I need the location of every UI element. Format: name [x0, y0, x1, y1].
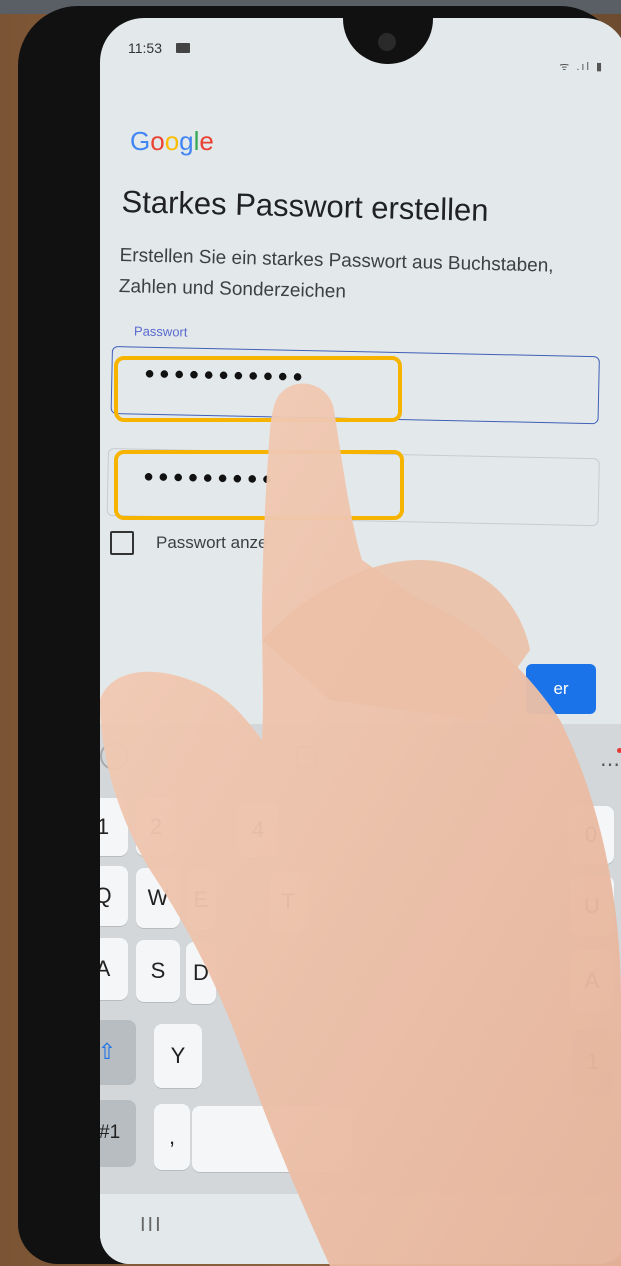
next-button[interactable]: er — [526, 664, 596, 714]
recent-apps-icon[interactable]: III — [140, 1214, 163, 1237]
password-label: Passwort — [129, 323, 192, 340]
space-key[interactable] — [192, 1106, 352, 1172]
key-backspace-partial[interactable]: 1 — [572, 1030, 614, 1094]
logo-letter: g — [179, 126, 194, 156]
key-y[interactable]: Y — [154, 1024, 202, 1088]
phone-body: 11:53 ᯤ .ıl ▮ Google Starkes Passwort er… — [18, 6, 621, 1264]
front-camera-icon — [378, 33, 396, 51]
key-0[interactable]: 0 — [568, 806, 614, 864]
comma-key[interactable]: , — [154, 1104, 190, 1170]
navigation-bar: III — [100, 1194, 621, 1264]
status-time: 11:53 — [128, 40, 162, 56]
google-logo: Google — [130, 126, 214, 157]
key-2[interactable]: 2 — [136, 798, 176, 856]
signal-battery-icons: ᯤ .ıl ▮ — [559, 61, 604, 73]
key-s[interactable]: S — [136, 940, 180, 1002]
key-e[interactable]: E — [186, 870, 216, 930]
onscreen-keyboard: ⋯ 1 2 4 0 Q W E T U A S D A ⇧ Y 1 !#1 , — [100, 724, 621, 1264]
page-title: Starkes Passwort erstellen — [121, 184, 489, 228]
key-4[interactable]: 4 — [238, 802, 278, 858]
page-subtitle: Erstellen Sie ein starkes Passwort aus B… — [118, 244, 554, 303]
gallery-notification-icon — [176, 43, 190, 53]
logo-letter: o — [150, 126, 165, 156]
password-highlight-box — [114, 356, 402, 422]
key-u[interactable]: U — [570, 876, 614, 936]
logo-letter: e — [199, 126, 214, 156]
camera-notch — [343, 18, 433, 64]
key-a[interactable]: A — [100, 938, 128, 1000]
key-a-right[interactable]: A — [570, 950, 614, 1012]
symbols-key[interactable]: !#1 — [100, 1100, 136, 1166]
show-password-label: Passwort anze — [156, 533, 268, 552]
key-1[interactable]: 1 — [100, 798, 128, 856]
key-q[interactable]: Q — [100, 866, 128, 926]
clipboard-icon[interactable] — [296, 746, 318, 768]
more-options-icon[interactable]: ⋯ — [600, 752, 620, 777]
show-password-checkbox[interactable] — [110, 531, 134, 555]
confirm-highlight-box — [114, 450, 404, 520]
shift-key[interactable]: ⇧ — [100, 1020, 136, 1084]
keyboard-toolbar: ⋯ — [100, 724, 621, 786]
logo-letter: G — [130, 126, 151, 156]
logo-letter: o — [164, 126, 180, 156]
key-t[interactable]: T — [270, 872, 306, 932]
key-d[interactable]: D — [186, 942, 216, 1004]
key-w[interactable]: W — [136, 868, 180, 928]
phone-screen: 11:53 ᯤ .ıl ▮ Google Starkes Passwort er… — [100, 18, 621, 1264]
emoji-icon[interactable] — [100, 742, 128, 770]
notification-dot-icon — [617, 748, 621, 753]
